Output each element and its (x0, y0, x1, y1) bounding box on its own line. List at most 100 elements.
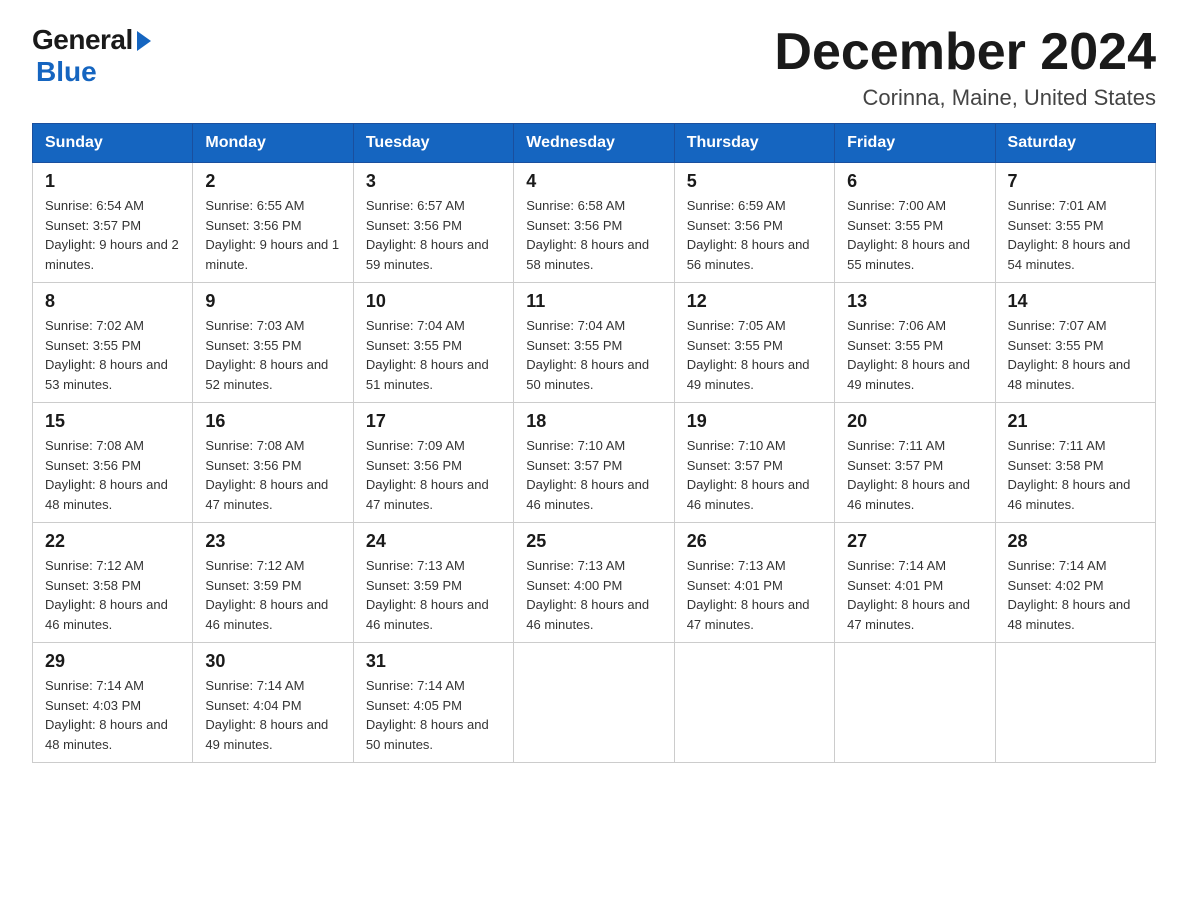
day-cell: 10 Sunrise: 7:04 AM Sunset: 3:55 PM Dayl… (353, 283, 513, 403)
day-cell: 9 Sunrise: 7:03 AM Sunset: 3:55 PM Dayli… (193, 283, 353, 403)
day-info: Sunrise: 7:10 AM Sunset: 3:57 PM Dayligh… (687, 436, 822, 514)
day-cell: 13 Sunrise: 7:06 AM Sunset: 3:55 PM Dayl… (835, 283, 995, 403)
day-info: Sunrise: 7:14 AM Sunset: 4:05 PM Dayligh… (366, 676, 501, 754)
header-wednesday: Wednesday (514, 124, 674, 163)
calendar-subtitle: Corinna, Maine, United States (774, 85, 1156, 111)
day-info: Sunrise: 7:04 AM Sunset: 3:55 PM Dayligh… (526, 316, 661, 394)
day-number: 18 (526, 411, 661, 432)
day-info: Sunrise: 7:11 AM Sunset: 3:57 PM Dayligh… (847, 436, 982, 514)
day-number: 20 (847, 411, 982, 432)
day-number: 11 (526, 291, 661, 312)
day-cell: 3 Sunrise: 6:57 AM Sunset: 3:56 PM Dayli… (353, 163, 513, 283)
day-number: 23 (205, 531, 340, 552)
day-cell: 26 Sunrise: 7:13 AM Sunset: 4:01 PM Dayl… (674, 523, 834, 643)
logo-triangle-icon (137, 31, 151, 51)
day-number: 28 (1008, 531, 1143, 552)
day-cell: 15 Sunrise: 7:08 AM Sunset: 3:56 PM Dayl… (33, 403, 193, 523)
day-number: 29 (45, 651, 180, 672)
day-number: 22 (45, 531, 180, 552)
day-number: 24 (366, 531, 501, 552)
day-cell: 17 Sunrise: 7:09 AM Sunset: 3:56 PM Dayl… (353, 403, 513, 523)
day-number: 2 (205, 171, 340, 192)
day-info: Sunrise: 7:08 AM Sunset: 3:56 PM Dayligh… (205, 436, 340, 514)
day-info: Sunrise: 7:09 AM Sunset: 3:56 PM Dayligh… (366, 436, 501, 514)
day-info: Sunrise: 6:58 AM Sunset: 3:56 PM Dayligh… (526, 196, 661, 274)
day-cell: 28 Sunrise: 7:14 AM Sunset: 4:02 PM Dayl… (995, 523, 1155, 643)
calendar-title: December 2024 (774, 24, 1156, 81)
day-number: 4 (526, 171, 661, 192)
logo-blue-text: Blue (36, 56, 97, 88)
day-cell: 4 Sunrise: 6:58 AM Sunset: 3:56 PM Dayli… (514, 163, 674, 283)
day-number: 12 (687, 291, 822, 312)
day-cell: 30 Sunrise: 7:14 AM Sunset: 4:04 PM Dayl… (193, 643, 353, 763)
day-cell: 16 Sunrise: 7:08 AM Sunset: 3:56 PM Dayl… (193, 403, 353, 523)
header-thursday: Thursday (674, 124, 834, 163)
day-info: Sunrise: 7:02 AM Sunset: 3:55 PM Dayligh… (45, 316, 180, 394)
day-info: Sunrise: 7:13 AM Sunset: 4:01 PM Dayligh… (687, 556, 822, 634)
day-number: 16 (205, 411, 340, 432)
header-row: Sunday Monday Tuesday Wednesday Thursday… (33, 124, 1156, 163)
day-cell: 11 Sunrise: 7:04 AM Sunset: 3:55 PM Dayl… (514, 283, 674, 403)
day-cell (674, 643, 834, 763)
day-info: Sunrise: 7:04 AM Sunset: 3:55 PM Dayligh… (366, 316, 501, 394)
day-info: Sunrise: 6:59 AM Sunset: 3:56 PM Dayligh… (687, 196, 822, 274)
day-info: Sunrise: 7:13 AM Sunset: 3:59 PM Dayligh… (366, 556, 501, 634)
day-cell: 5 Sunrise: 6:59 AM Sunset: 3:56 PM Dayli… (674, 163, 834, 283)
header-sunday: Sunday (33, 124, 193, 163)
day-info: Sunrise: 7:12 AM Sunset: 3:58 PM Dayligh… (45, 556, 180, 634)
day-info: Sunrise: 7:14 AM Sunset: 4:03 PM Dayligh… (45, 676, 180, 754)
day-cell: 2 Sunrise: 6:55 AM Sunset: 3:56 PM Dayli… (193, 163, 353, 283)
day-info: Sunrise: 7:07 AM Sunset: 3:55 PM Dayligh… (1008, 316, 1143, 394)
day-number: 19 (687, 411, 822, 432)
day-info: Sunrise: 7:05 AM Sunset: 3:55 PM Dayligh… (687, 316, 822, 394)
day-cell: 12 Sunrise: 7:05 AM Sunset: 3:55 PM Dayl… (674, 283, 834, 403)
day-number: 14 (1008, 291, 1143, 312)
header-monday: Monday (193, 124, 353, 163)
day-cell: 6 Sunrise: 7:00 AM Sunset: 3:55 PM Dayli… (835, 163, 995, 283)
day-number: 25 (526, 531, 661, 552)
day-cell: 23 Sunrise: 7:12 AM Sunset: 3:59 PM Dayl… (193, 523, 353, 643)
day-number: 26 (687, 531, 822, 552)
day-number: 27 (847, 531, 982, 552)
day-cell: 29 Sunrise: 7:14 AM Sunset: 4:03 PM Dayl… (33, 643, 193, 763)
logo: General Blue (32, 24, 151, 88)
day-cell (835, 643, 995, 763)
day-cell: 20 Sunrise: 7:11 AM Sunset: 3:57 PM Dayl… (835, 403, 995, 523)
day-number: 5 (687, 171, 822, 192)
header-tuesday: Tuesday (353, 124, 513, 163)
day-number: 31 (366, 651, 501, 672)
day-info: Sunrise: 7:11 AM Sunset: 3:58 PM Dayligh… (1008, 436, 1143, 514)
day-info: Sunrise: 7:14 AM Sunset: 4:02 PM Dayligh… (1008, 556, 1143, 634)
day-info: Sunrise: 7:12 AM Sunset: 3:59 PM Dayligh… (205, 556, 340, 634)
day-info: Sunrise: 7:06 AM Sunset: 3:55 PM Dayligh… (847, 316, 982, 394)
day-cell (995, 643, 1155, 763)
day-cell (514, 643, 674, 763)
day-number: 13 (847, 291, 982, 312)
day-cell: 7 Sunrise: 7:01 AM Sunset: 3:55 PM Dayli… (995, 163, 1155, 283)
day-cell: 31 Sunrise: 7:14 AM Sunset: 4:05 PM Dayl… (353, 643, 513, 763)
day-number: 3 (366, 171, 501, 192)
logo-general-text: General (32, 24, 133, 56)
header-friday: Friday (835, 124, 995, 163)
day-number: 6 (847, 171, 982, 192)
day-number: 15 (45, 411, 180, 432)
day-cell: 18 Sunrise: 7:10 AM Sunset: 3:57 PM Dayl… (514, 403, 674, 523)
day-info: Sunrise: 7:03 AM Sunset: 3:55 PM Dayligh… (205, 316, 340, 394)
day-cell: 25 Sunrise: 7:13 AM Sunset: 4:00 PM Dayl… (514, 523, 674, 643)
title-section: December 2024 Corinna, Maine, United Sta… (774, 24, 1156, 111)
day-number: 9 (205, 291, 340, 312)
day-info: Sunrise: 7:08 AM Sunset: 3:56 PM Dayligh… (45, 436, 180, 514)
day-info: Sunrise: 7:14 AM Sunset: 4:04 PM Dayligh… (205, 676, 340, 754)
day-cell: 1 Sunrise: 6:54 AM Sunset: 3:57 PM Dayli… (33, 163, 193, 283)
day-cell: 21 Sunrise: 7:11 AM Sunset: 3:58 PM Dayl… (995, 403, 1155, 523)
day-cell: 8 Sunrise: 7:02 AM Sunset: 3:55 PM Dayli… (33, 283, 193, 403)
week-row-2: 8 Sunrise: 7:02 AM Sunset: 3:55 PM Dayli… (33, 283, 1156, 403)
week-row-1: 1 Sunrise: 6:54 AM Sunset: 3:57 PM Dayli… (33, 163, 1156, 283)
day-info: Sunrise: 7:10 AM Sunset: 3:57 PM Dayligh… (526, 436, 661, 514)
day-cell: 24 Sunrise: 7:13 AM Sunset: 3:59 PM Dayl… (353, 523, 513, 643)
week-row-4: 22 Sunrise: 7:12 AM Sunset: 3:58 PM Dayl… (33, 523, 1156, 643)
calendar-table: Sunday Monday Tuesday Wednesday Thursday… (32, 123, 1156, 763)
day-cell: 14 Sunrise: 7:07 AM Sunset: 3:55 PM Dayl… (995, 283, 1155, 403)
day-info: Sunrise: 6:55 AM Sunset: 3:56 PM Dayligh… (205, 196, 340, 274)
week-row-3: 15 Sunrise: 7:08 AM Sunset: 3:56 PM Dayl… (33, 403, 1156, 523)
